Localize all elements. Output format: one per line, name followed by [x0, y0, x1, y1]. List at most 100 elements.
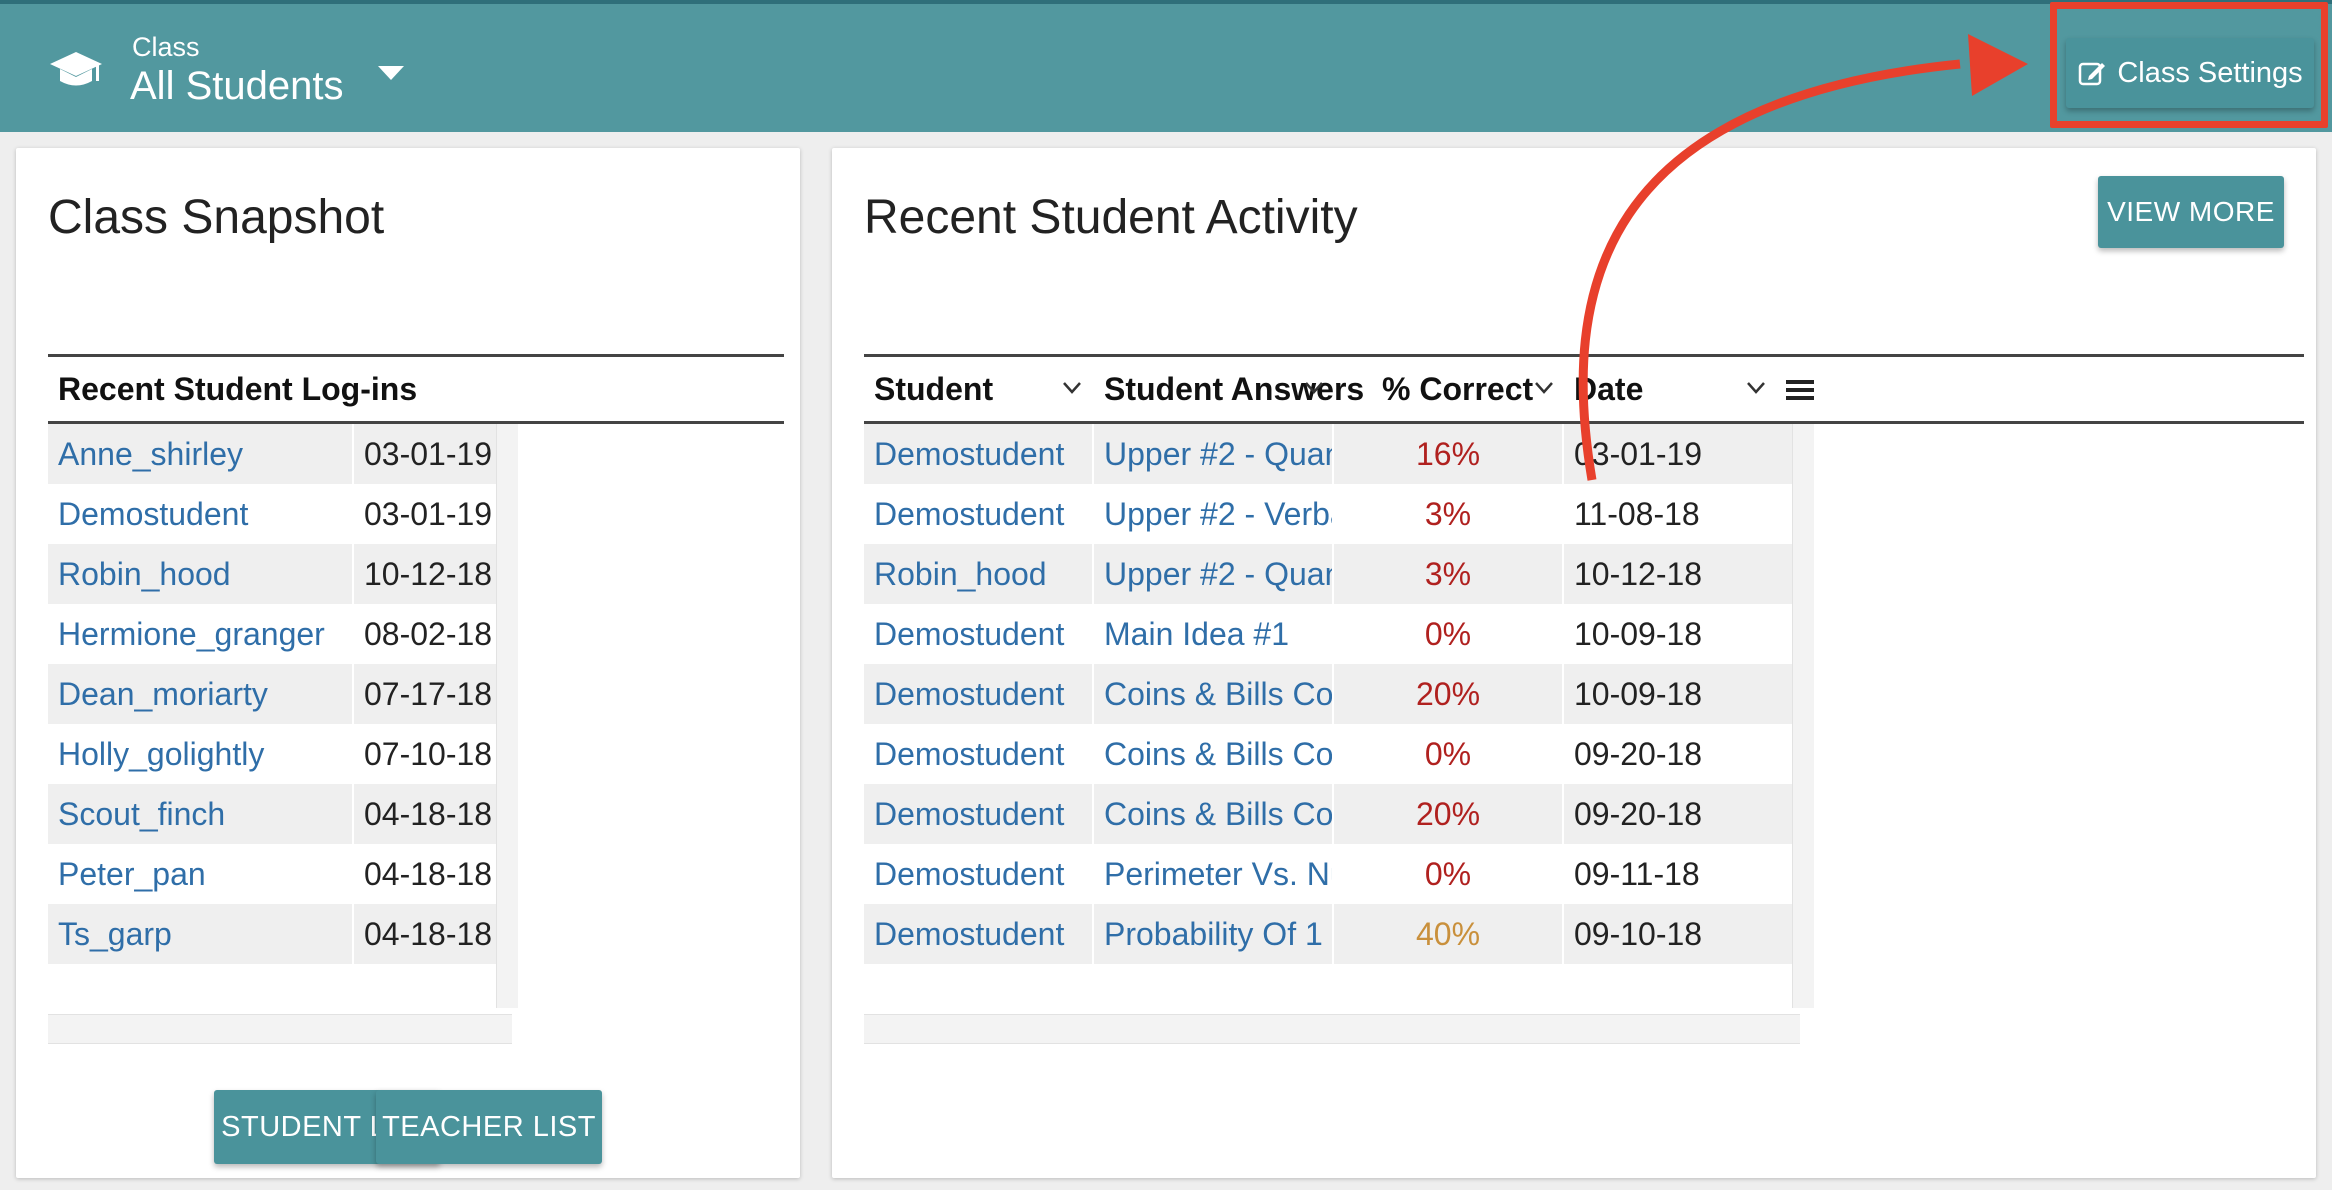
- student-answers-link[interactable]: Coins & Bills Compar…: [1094, 724, 1334, 784]
- table-row: Hermione_granger 08-02-18: [48, 604, 512, 664]
- login-date: 10-12-18: [364, 555, 493, 592]
- activity-date: 03-01-19: [1574, 435, 1703, 472]
- activity-date: 09-20-18: [1574, 735, 1703, 772]
- student-answers-link[interactable]: Upper #2 - Quant: [1094, 544, 1334, 604]
- chevron-down-icon[interactable]: [1746, 381, 1766, 395]
- activity-date: 10-09-18: [1574, 675, 1703, 712]
- student-answers-link[interactable]: Upper #2 - Verbal: [1094, 484, 1334, 544]
- student-answers-text: Upper #2 - Quant: [1104, 556, 1334, 592]
- logins-vertical-scrollbar[interactable]: [496, 424, 518, 1008]
- student-link[interactable]: Demostudent: [864, 424, 1094, 484]
- chevron-down-icon[interactable]: [1534, 381, 1554, 395]
- activity-date: 09-20-18: [1574, 795, 1703, 832]
- percent-correct-cell: 20%: [1334, 664, 1564, 724]
- column-header-student[interactable]: Student: [874, 357, 993, 421]
- login-date: 07-10-18: [364, 735, 493, 772]
- graduation-cap-icon: [50, 52, 102, 86]
- student-answers-link[interactable]: Coins & Bills Compar…: [1094, 664, 1334, 724]
- student-answers-link[interactable]: Main Idea #1: [1094, 604, 1334, 664]
- percent-correct-cell: 40%: [1334, 904, 1564, 964]
- student-link[interactable]: Robin_hood: [864, 544, 1094, 604]
- student-answers-link[interactable]: Perimeter Vs. Numbe…: [1094, 844, 1334, 904]
- student-answers-link[interactable]: Upper #2 - Quant: [1094, 424, 1334, 484]
- student-answers-link[interactable]: Coins & Bills Compar…: [1094, 784, 1334, 844]
- table-row: Scout_finch 04-18-18: [48, 784, 512, 844]
- column-header-date[interactable]: Date: [1574, 357, 1643, 421]
- menu-icon[interactable]: [1786, 379, 1814, 401]
- column-header-student-answers[interactable]: Student Answers: [1104, 357, 1364, 421]
- student-answers-text: Upper #2 - Quant: [1104, 436, 1334, 472]
- table-row: Demostudent Probability Of 1 Even…40% 09-1…: [864, 904, 1800, 964]
- teacher-list-button[interactable]: TEACHER LIST: [376, 1090, 602, 1164]
- activity-table-body: Demostudent Upper #2 - Quant 16% 03-01-19 De…: [864, 424, 1800, 964]
- login-date: 07-17-18: [364, 675, 493, 712]
- highlight-annotation-box: [2050, 2, 2328, 128]
- recent-activity-card: Recent Student Activity VIEW MORE Studen…: [832, 148, 2316, 1178]
- class-snapshot-card: Class Snapshot Recent Student Log-ins An…: [16, 148, 800, 1178]
- logins-table-header: Recent Student Log-ins: [48, 354, 784, 424]
- activity-table-header: Student Student Answers % Correct Date: [864, 354, 2304, 424]
- student-name-link[interactable]: Hermione_granger: [48, 604, 354, 664]
- activity-date: 11-08-18: [1574, 495, 1700, 532]
- table-row: Demostudent Coins & Bills Compar…0% 09-20-…: [864, 724, 1800, 784]
- student-link[interactable]: Demostudent: [864, 664, 1094, 724]
- class-selector[interactable]: All Students: [130, 64, 343, 109]
- student-link[interactable]: Demostudent: [864, 784, 1094, 844]
- student-link[interactable]: Demostudent: [864, 604, 1094, 664]
- caret-down-icon[interactable]: [378, 66, 404, 82]
- table-row: Robin_hood Upper #2 - Quant 3% 10-12-18: [864, 544, 1800, 604]
- table-row: Peter_pan 04-18-18: [48, 844, 512, 904]
- student-name-link[interactable]: Peter_pan: [48, 844, 354, 904]
- top-bar: Class All Students Class Settings: [0, 0, 2332, 132]
- activity-date: 10-09-18: [1574, 615, 1703, 652]
- login-date: 04-18-18: [364, 855, 493, 892]
- login-date: 04-18-18: [364, 915, 493, 952]
- percent-correct-cell: 3%: [1334, 544, 1564, 604]
- student-answers-text: Coins & Bills Compar…: [1104, 796, 1334, 832]
- student-name-link[interactable]: Anne_shirley: [48, 424, 354, 484]
- activity-vertical-scrollbar[interactable]: [1792, 424, 1814, 1008]
- student-answers-text: Upper #2 - Verbal: [1104, 496, 1334, 532]
- class-snapshot-title: Class Snapshot: [48, 191, 385, 244]
- table-row: Ts_garp 04-18-18: [48, 904, 512, 964]
- login-date: 04-18-18: [364, 795, 493, 832]
- student-answers-text: Coins & Bills Compar…: [1104, 676, 1334, 712]
- student-link[interactable]: Demostudent: [864, 904, 1094, 964]
- student-link[interactable]: Demostudent: [864, 844, 1094, 904]
- chevron-down-icon[interactable]: [1304, 381, 1324, 395]
- student-name-link[interactable]: Robin_hood: [48, 544, 354, 604]
- percent-correct-cell: 16%: [1334, 424, 1564, 484]
- student-name-link[interactable]: Holly_golightly: [48, 724, 354, 784]
- login-date: 08-02-18: [364, 615, 493, 652]
- student-name-link[interactable]: Ts_garp: [48, 904, 354, 964]
- percent-correct-cell: 3%: [1334, 484, 1564, 544]
- student-link[interactable]: Demostudent: [864, 484, 1094, 544]
- view-more-button[interactable]: VIEW MORE: [2098, 176, 2284, 248]
- activity-date: 10-12-18: [1574, 555, 1703, 592]
- student-name-link[interactable]: Dean_moriarty: [48, 664, 354, 724]
- class-label: Class: [132, 32, 200, 62]
- student-answers-text: Coins & Bills Compar…: [1104, 736, 1334, 772]
- logins-horizontal-scrollbar[interactable]: [48, 1014, 512, 1044]
- table-row: Demostudent Perimeter Vs. Numbe…0% 09-11-1…: [864, 844, 1800, 904]
- table-row: Demostudent Main Idea #1 0% 10-09-18: [864, 604, 1800, 664]
- percent-correct-cell: 0%: [1334, 604, 1564, 664]
- table-row: Demostudent Upper #2 - Quant 16% 03-01-19: [864, 424, 1800, 484]
- table-row: Robin_hood 10-12-18: [48, 544, 512, 604]
- student-name-link[interactable]: Demostudent: [48, 484, 354, 544]
- student-link[interactable]: Demostudent: [864, 724, 1094, 784]
- activity-horizontal-scrollbar[interactable]: [864, 1014, 1800, 1044]
- logins-table-body: Anne_shirley 03-01-19 Demostudent 03-01-19 R…: [48, 424, 512, 964]
- student-name-link[interactable]: Scout_finch: [48, 784, 354, 844]
- percent-correct-cell: 0%: [1334, 844, 1564, 904]
- column-header-percent-correct[interactable]: % Correct: [1382, 357, 1533, 421]
- table-row: Demostudent Coins & Bills Compar…20% 09-20…: [864, 784, 1800, 844]
- activity-date: 09-10-18: [1574, 915, 1703, 952]
- student-answers-text: Main Idea #1: [1104, 616, 1290, 652]
- student-answers-text: Probability Of 1 Even…: [1104, 916, 1332, 952]
- student-answers-link[interactable]: Probability Of 1 Even…: [1094, 904, 1334, 964]
- chevron-down-icon[interactable]: [1062, 381, 1082, 395]
- login-date: 03-01-19: [364, 495, 493, 532]
- logins-column-header[interactable]: Recent Student Log-ins: [58, 357, 417, 421]
- table-row: Demostudent 03-01-19: [48, 484, 512, 544]
